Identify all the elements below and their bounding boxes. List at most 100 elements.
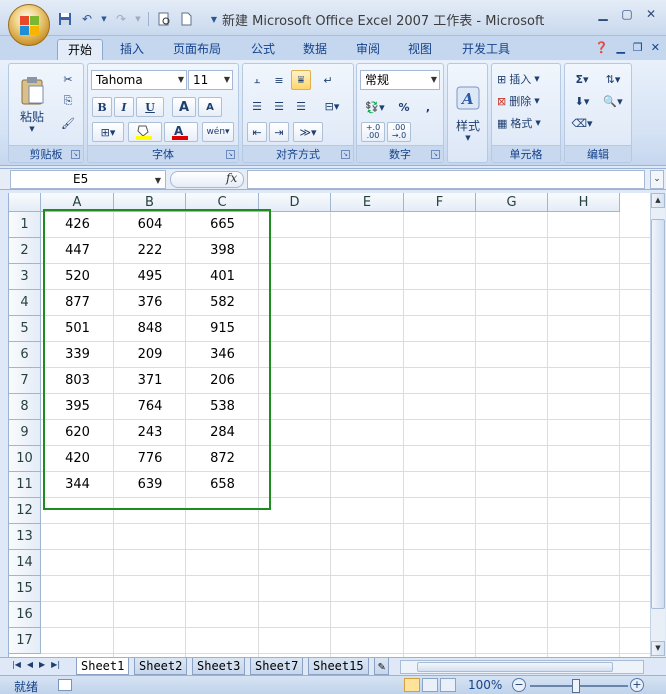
row-header-8[interactable]: 8 <box>9 394 41 420</box>
ribbon-restore-icon[interactable]: ❐ <box>633 41 643 54</box>
wrap-text-icon[interactable]: ↵ <box>315 70 341 90</box>
align-top-icon[interactable]: ⫠ <box>247 70 267 90</box>
row-header-3[interactable]: 3 <box>9 264 41 290</box>
row-header-9[interactable]: 9 <box>9 420 41 446</box>
row-header-4[interactable]: 4 <box>9 290 41 316</box>
row-header-5[interactable]: 5 <box>9 316 41 342</box>
column-header-h[interactable]: H <box>548 193 620 212</box>
decrease-decimal-button[interactable]: .00 →.0 <box>387 122 411 142</box>
tab-view[interactable]: 视图 <box>398 39 442 60</box>
italic-button[interactable]: I <box>114 97 134 117</box>
column-header-e[interactable]: E <box>331 193 404 212</box>
horizontal-scroll-thumb[interactable] <box>417 662 613 672</box>
grow-font-button[interactable]: A <box>172 97 196 117</box>
help-icon[interactable]: ❓ <box>595 41 609 54</box>
paste-button[interactable]: 粘贴 ▼ <box>13 68 51 140</box>
tab-developer[interactable]: 开发工具 <box>452 39 520 60</box>
font-name-dropdown[interactable]: Tahoma ▼ <box>91 70 187 90</box>
save-icon[interactable] <box>56 10 74 28</box>
row-header-12[interactable]: 12 <box>9 498 41 524</box>
align-middle-icon[interactable]: ≡ <box>269 70 289 90</box>
tab-page-layout[interactable]: 页面布局 <box>163 39 231 60</box>
row-header-6[interactable]: 6 <box>9 342 41 368</box>
zoom-out-icon[interactable]: − <box>512 678 526 692</box>
tab-home[interactable]: 开始 <box>57 39 104 60</box>
row-header-2[interactable]: 2 <box>9 238 41 264</box>
cut-icon[interactable]: ✂ <box>57 70 79 88</box>
merge-center-icon[interactable]: ⊟▾ <box>315 96 349 116</box>
page-layout-view-icon[interactable] <box>422 678 438 692</box>
redo-icon[interactable]: ↷ <box>112 10 130 28</box>
align-right-icon[interactable]: ☰ <box>291 96 311 116</box>
format-painter-icon[interactable]: 🖌 <box>57 114 79 132</box>
undo-dropdown-icon[interactable]: ▼ <box>100 10 108 28</box>
name-box[interactable]: E5 ▼ <box>10 170 166 189</box>
row-header-15[interactable]: 15 <box>9 576 41 602</box>
close-icon[interactable]: ✕ <box>640 5 662 23</box>
delete-cells-button[interactable]: ⊠ 删除 ▼ <box>496 91 558 111</box>
shrink-font-button[interactable]: A <box>198 97 222 117</box>
vertical-scroll-thumb[interactable] <box>651 219 665 609</box>
insert-sheet-icon[interactable]: ✎ <box>374 658 390 675</box>
bold-button[interactable]: B <box>92 97 112 117</box>
sheet-tab-sheet7[interactable]: Sheet7 <box>250 658 304 675</box>
phonetic-guide-icon[interactable]: wén▾ <box>202 122 234 142</box>
font-size-dropdown[interactable]: 11 ▼ <box>188 70 233 90</box>
sheet-tab-sheet1[interactable]: Sheet1 <box>76 658 130 675</box>
expand-formula-bar-icon[interactable]: ⌄ <box>650 170 664 189</box>
number-launcher-icon[interactable]: ↘ <box>431 150 440 159</box>
underline-button[interactable]: U <box>136 97 164 117</box>
sort-filter-icon[interactable]: ⇅▾ <box>599 69 627 89</box>
align-center-icon[interactable]: ☰ <box>269 96 289 116</box>
alignment-launcher-icon[interactable]: ↘ <box>341 150 350 159</box>
office-button[interactable] <box>8 4 50 46</box>
sheet-tab-sheet3[interactable]: Sheet3 <box>192 658 246 675</box>
sheet-tab-sheet2[interactable]: Sheet2 <box>134 658 188 675</box>
macro-record-icon[interactable] <box>58 679 72 691</box>
zoom-in-icon[interactable]: + <box>630 678 644 692</box>
row-header-7[interactable]: 7 <box>9 368 41 394</box>
redo-dropdown-icon[interactable]: ▼ <box>134 10 142 28</box>
tab-data[interactable]: 数据 <box>293 39 337 60</box>
clear-icon[interactable]: ⌫▾ <box>569 113 595 133</box>
column-header-g[interactable]: G <box>476 193 548 212</box>
increase-indent-icon[interactable]: ⇥ <box>269 122 289 142</box>
first-sheet-icon[interactable]: |◀ <box>12 660 21 669</box>
format-cells-button[interactable]: ▦ 格式 ▼ <box>496 113 558 133</box>
comma-button[interactable]: , <box>417 97 439 117</box>
borders-icon[interactable]: ⊞▾ <box>92 122 124 142</box>
horizontal-scrollbar[interactable] <box>400 660 644 674</box>
scroll-down-icon[interactable]: ▼ <box>651 641 665 656</box>
scroll-up-icon[interactable]: ▲ <box>651 193 665 208</box>
normal-view-icon[interactable] <box>404 678 420 692</box>
tab-insert[interactable]: 插入 <box>110 39 154 60</box>
decrease-indent-icon[interactable]: ⇤ <box>247 122 267 142</box>
undo-icon[interactable]: ↶ <box>78 10 96 28</box>
customize-qat-icon[interactable]: ▼ <box>205 10 223 28</box>
align-left-icon[interactable]: ☰ <box>247 96 267 116</box>
row-header-11[interactable]: 11 <box>9 472 41 498</box>
align-bottom-icon[interactable]: ⩸ <box>291 70 311 90</box>
row-header-10[interactable]: 10 <box>9 446 41 472</box>
formula-input[interactable] <box>247 170 645 189</box>
row-header-1[interactable]: 1 <box>9 212 41 238</box>
font-color-icon[interactable]: A <box>164 122 198 142</box>
insert-function-button[interactable]: fx <box>226 171 237 185</box>
zoom-level[interactable]: 100% <box>468 678 502 692</box>
next-sheet-icon[interactable]: ▶ <box>39 660 45 669</box>
minimize-icon[interactable]: ▁ <box>592 5 614 23</box>
clipboard-launcher-icon[interactable]: ↘ <box>71 150 80 159</box>
page-break-view-icon[interactable] <box>440 678 456 692</box>
insert-cells-button[interactable]: ⊞ 插入 ▼ <box>496 69 558 89</box>
maximize-icon[interactable]: ▢ <box>616 5 638 23</box>
tab-review[interactable]: 审阅 <box>346 39 390 60</box>
fill-color-icon[interactable] <box>128 122 162 142</box>
vertical-scrollbar[interactable]: ▲ ▼ <box>650 193 665 657</box>
print-preview-icon[interactable] <box>155 10 173 28</box>
row-header-16[interactable]: 16 <box>9 602 41 628</box>
ribbon-minimize-icon[interactable]: ▁ <box>616 41 624 54</box>
row-header-14[interactable]: 14 <box>9 550 41 576</box>
row-header-17[interactable]: 17 <box>9 628 41 654</box>
column-header-f[interactable]: F <box>404 193 476 212</box>
increase-decimal-button[interactable]: +.0 .00 <box>361 122 385 142</box>
